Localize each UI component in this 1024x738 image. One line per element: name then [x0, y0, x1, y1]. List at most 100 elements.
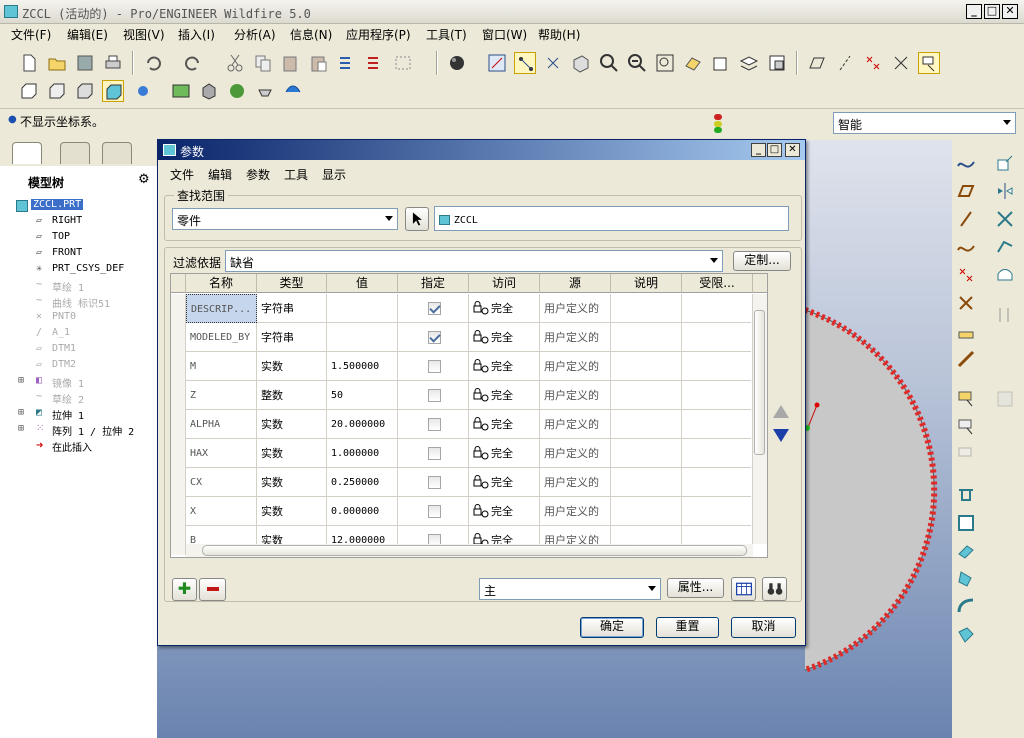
param-value[interactable]: 1.000000: [327, 439, 398, 468]
edit-definition-icon[interactable]: [994, 152, 1016, 174]
designate-checkbox[interactable]: [428, 476, 441, 489]
expand-icon[interactable]: ⊞: [18, 423, 24, 434]
tree-item-pnt0[interactable]: PNT0: [52, 311, 76, 322]
menu-help[interactable]: 帮助(H): [538, 26, 580, 43]
param-type[interactable]: 整数: [257, 381, 327, 410]
row-selector[interactable]: [171, 439, 186, 468]
selection-filter-select[interactable]: 智能: [833, 112, 1016, 134]
save-icon[interactable]: [74, 52, 96, 74]
column-header-restricted[interactable]: 受限...: [682, 274, 753, 293]
param-type[interactable]: 实数: [257, 468, 327, 497]
param-type[interactable]: 字符串: [257, 294, 327, 323]
row-selector[interactable]: [171, 497, 186, 526]
hidden-line-icon[interactable]: [46, 80, 68, 102]
cut-icon[interactable]: [224, 52, 246, 74]
dialog-menu-file[interactable]: 文件: [170, 166, 194, 183]
reset-button[interactable]: 重置: [656, 617, 719, 638]
designate-checkbox[interactable]: [428, 418, 441, 431]
param-value[interactable]: [327, 294, 398, 323]
dialog-maximize-button[interactable]: □: [767, 143, 782, 157]
tree-item-sketch1[interactable]: 草绘 1: [52, 279, 84, 294]
param-name[interactable]: ALPHA: [186, 410, 257, 439]
annotation-display-icon[interactable]: [918, 52, 940, 74]
menu-info[interactable]: 信息(N): [290, 26, 332, 43]
move-icon[interactable]: [994, 208, 1016, 230]
dialog-menu-tools[interactable]: 工具: [284, 166, 308, 183]
copy-icon[interactable]: [252, 52, 274, 74]
find-button[interactable]: [762, 577, 787, 601]
column-header-type[interactable]: 类型: [257, 274, 327, 293]
reorient-icon[interactable]: [682, 52, 704, 74]
tree-item-part[interactable]: ZCCL.PRT: [31, 199, 84, 210]
view-front-icon[interactable]: [18, 80, 40, 102]
mirror-tool-icon[interactable]: [994, 180, 1016, 202]
param-access[interactable]: 完全: [469, 497, 540, 526]
point-tool-icon[interactable]: [955, 264, 977, 286]
param-name[interactable]: X: [186, 497, 257, 526]
redo-icon[interactable]: [182, 52, 204, 74]
param-restricted[interactable]: [682, 381, 753, 410]
datum-axis-display-icon[interactable]: [834, 52, 856, 74]
param-description[interactable]: [611, 352, 682, 381]
merge-icon[interactable]: [994, 236, 1016, 258]
no-hidden-icon[interactable]: [74, 80, 96, 102]
dialog-menu-edit[interactable]: 编辑: [208, 166, 232, 183]
param-value[interactable]: 20.000000: [327, 410, 398, 439]
column-header-source[interactable]: 源: [540, 274, 611, 293]
shell-icon[interactable]: [955, 512, 977, 534]
menu-insert[interactable]: 插入(I): [178, 26, 215, 43]
axis-tool-icon[interactable]: [955, 208, 977, 230]
param-access[interactable]: 完全: [469, 468, 540, 497]
param-value[interactable]: [327, 323, 398, 352]
param-access[interactable]: 完全: [469, 352, 540, 381]
round-icon[interactable]: [955, 596, 977, 618]
table-row[interactable]: DESCRIP... 字符串 完全 用户定义的: [171, 294, 753, 323]
hole-icon[interactable]: [955, 484, 977, 506]
param-description[interactable]: [611, 381, 682, 410]
zoom-in-icon[interactable]: [598, 52, 620, 74]
param-restricted[interactable]: [682, 352, 753, 381]
select-model-button[interactable]: [405, 207, 429, 231]
param-name[interactable]: HAX: [186, 439, 257, 468]
param-description[interactable]: [611, 497, 682, 526]
curve-tool-icon[interactable]: [955, 236, 977, 258]
menu-tools[interactable]: 工具(T): [426, 26, 467, 43]
chamfer-icon[interactable]: [955, 624, 977, 646]
view-manager-icon[interactable]: [710, 52, 732, 74]
print-icon[interactable]: [102, 52, 124, 74]
param-access[interactable]: 完全: [469, 323, 540, 352]
dialog-menu-display[interactable]: 显示: [322, 166, 346, 183]
menu-window[interactable]: 窗口(W): [482, 26, 527, 43]
rib-icon[interactable]: [955, 540, 977, 562]
properties-button[interactable]: 属性...: [667, 578, 724, 598]
designate-checkbox[interactable]: [428, 447, 441, 460]
refit-icon[interactable]: [654, 52, 676, 74]
appearance-icon[interactable]: [198, 80, 220, 102]
param-name[interactable]: CX: [186, 468, 257, 497]
designate-checkbox[interactable]: [428, 302, 441, 315]
menu-applications[interactable]: 应用程序(P): [346, 26, 411, 43]
param-type[interactable]: 实数: [257, 410, 327, 439]
trim-icon[interactable]: [994, 264, 1016, 286]
draft-icon[interactable]: [955, 568, 977, 590]
vertical-scroll-thumb[interactable]: [754, 310, 765, 455]
csys-tool-icon[interactable]: [955, 292, 977, 314]
menu-view[interactable]: 视图(V): [123, 26, 165, 43]
row-selector[interactable]: [171, 352, 186, 381]
csys-display-icon[interactable]: [890, 52, 912, 74]
datum-plane-display-icon[interactable]: [806, 52, 828, 74]
tree-item-top[interactable]: TOP: [52, 231, 70, 242]
note-feature-icon[interactable]: [955, 416, 977, 438]
param-type[interactable]: 实数: [257, 497, 327, 526]
expand-icon[interactable]: ⊞: [18, 407, 24, 418]
horizontal-scroll-thumb[interactable]: [202, 545, 747, 556]
view-select[interactable]: 主: [479, 578, 661, 600]
expand-icon[interactable]: ⊞: [18, 375, 24, 386]
param-description[interactable]: [611, 439, 682, 468]
tree-item-front[interactable]: FRONT: [52, 247, 82, 258]
open-folder-icon[interactable]: [46, 52, 68, 74]
shaded-model-icon[interactable]: [102, 80, 124, 102]
tree-settings-icon[interactable]: ⚙: [138, 172, 150, 187]
table-row[interactable]: CX 实数 0.250000 完全 用户定义的: [171, 468, 753, 497]
column-header-name[interactable]: 名称: [186, 274, 257, 293]
